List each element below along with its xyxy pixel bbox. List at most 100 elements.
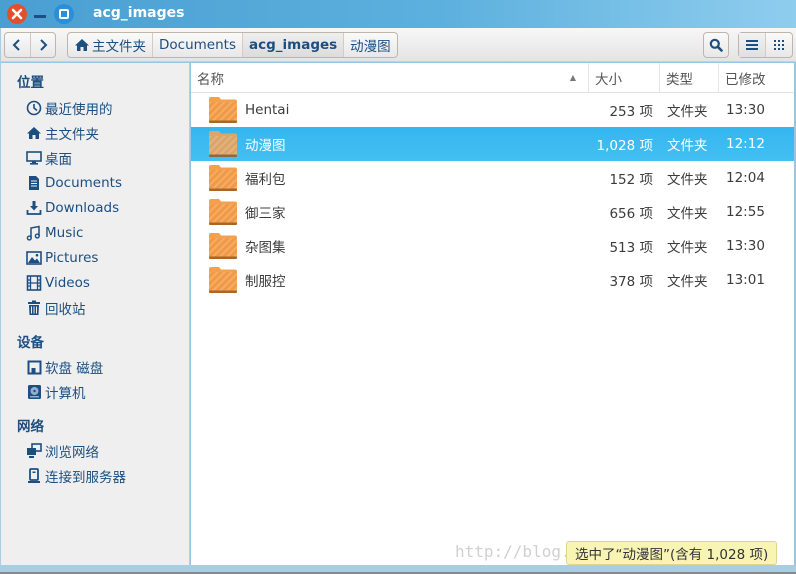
file-size: 152 项 bbox=[609, 172, 653, 188]
maximize-button[interactable] bbox=[54, 4, 74, 24]
minimize-button[interactable] bbox=[34, 15, 46, 18]
sidebar-item-label: Documents bbox=[45, 175, 122, 191]
video-icon bbox=[26, 275, 42, 291]
chevron-right-icon bbox=[40, 39, 48, 51]
column-name[interactable]: 名称 ▲ bbox=[191, 63, 589, 92]
column-size[interactable]: 大小 bbox=[589, 63, 660, 92]
breadcrumb-anime[interactable]: 动漫图 bbox=[344, 33, 397, 57]
picture-icon bbox=[26, 251, 42, 265]
folder-icon bbox=[209, 199, 237, 225]
sidebar-item-music[interactable]: Music bbox=[25, 222, 83, 244]
sidebar-item-trash[interactable]: 回收站 bbox=[25, 297, 86, 319]
document-icon bbox=[29, 176, 39, 190]
column-type[interactable]: 类型 bbox=[660, 63, 719, 92]
folder-icon-wrapper bbox=[208, 232, 238, 264]
file-row[interactable]: 动漫图 1,028 项 文件夹 12:12 bbox=[191, 127, 794, 161]
search-icon bbox=[709, 38, 723, 52]
folder-icon bbox=[209, 131, 237, 157]
file-size: 513 项 bbox=[609, 240, 653, 256]
sidebar-item-browse-network[interactable]: 浏览网络 bbox=[25, 440, 99, 462]
file-type: 文件夹 bbox=[667, 206, 708, 222]
sidebar-item-videos[interactable]: Videos bbox=[25, 272, 90, 294]
sidebar-item-home[interactable]: 主文件夹 bbox=[25, 122, 99, 144]
sidebar-item-label: 软盘 磁盘 bbox=[45, 361, 104, 377]
sidebar-item-documents[interactable]: Documents bbox=[25, 172, 122, 194]
sidebar-heading-network: 网络 bbox=[17, 419, 44, 435]
sidebar-item-computer[interactable]: 计算机 bbox=[25, 381, 86, 403]
file-name: Hentai bbox=[245, 102, 290, 118]
watermark: http://blog. bbox=[455, 542, 571, 561]
file-size: 656 项 bbox=[609, 206, 653, 222]
file-row[interactable]: 御三家 656 项 文件夹 12:55 bbox=[191, 195, 794, 229]
file-type: 文件夹 bbox=[667, 104, 708, 120]
folder-icon-wrapper bbox=[208, 164, 238, 196]
file-row[interactable]: Hentai 253 项 文件夹 13:30 bbox=[191, 93, 794, 127]
server-icon bbox=[28, 468, 40, 483]
file-modified: 12:04 bbox=[726, 170, 765, 186]
column-modified-label: 已修改 bbox=[725, 71, 766, 88]
breadcrumb-documents[interactable]: Documents bbox=[153, 33, 243, 57]
clock-icon bbox=[26, 100, 42, 116]
breadcrumb-acg-images[interactable]: acg_images bbox=[242, 33, 345, 57]
sidebar-item-downloads[interactable]: Downloads bbox=[25, 197, 119, 219]
file-type: 文件夹 bbox=[667, 274, 708, 290]
column-type-label: 类型 bbox=[666, 71, 693, 88]
file-row[interactable]: 杂图集 513 项 文件夹 13:30 bbox=[191, 229, 794, 263]
sidebar-item-connect-server[interactable]: 连接到服务器 bbox=[25, 465, 126, 487]
file-name: 制服控 bbox=[245, 274, 286, 290]
sort-ascending-icon: ▲ bbox=[569, 73, 576, 82]
sidebar-item-label: Music bbox=[45, 225, 84, 241]
file-modified: 12:12 bbox=[726, 136, 765, 152]
sidebar-item-label: 计算机 bbox=[45, 386, 86, 402]
file-row[interactable]: 制服控 378 项 文件夹 13:01 bbox=[191, 263, 794, 297]
home-icon bbox=[27, 127, 41, 139]
sidebar-item-label: 连接到服务器 bbox=[45, 470, 126, 486]
file-size: 378 项 bbox=[609, 274, 653, 290]
file-modified: 12:55 bbox=[726, 204, 765, 220]
folder-icon bbox=[209, 165, 237, 191]
breadcrumb-home[interactable]: 主文件夹 bbox=[68, 33, 153, 57]
desktop-icon bbox=[26, 151, 42, 165]
sidebar-heading-devices: 设备 bbox=[17, 335, 44, 351]
column-modified[interactable]: 已修改 bbox=[719, 63, 794, 92]
list-view-button[interactable] bbox=[739, 33, 765, 57]
status-tooltip: 选中了“动漫图”(含有 1,028 项) bbox=[566, 541, 778, 565]
close-button[interactable] bbox=[7, 4, 27, 24]
close-icon bbox=[11, 8, 23, 20]
sidebar-item-label: Downloads bbox=[45, 200, 120, 216]
grid-view-icon bbox=[774, 40, 784, 50]
view-switcher bbox=[738, 32, 793, 58]
sidebar-item-label: Videos bbox=[45, 275, 90, 291]
harddisk-icon bbox=[27, 385, 41, 399]
sidebar-item-label: 主文件夹 bbox=[45, 127, 99, 143]
sidebar: 位置 最近使用的 主文件夹 桌面 Documents Downloads Mus… bbox=[1, 63, 190, 565]
file-type: 文件夹 bbox=[667, 138, 708, 154]
breadcrumb-label: Documents bbox=[159, 37, 236, 53]
network-icon bbox=[27, 443, 42, 458]
sidebar-item-pictures[interactable]: Pictures bbox=[25, 247, 98, 269]
sidebar-item-label: 回收站 bbox=[45, 302, 86, 318]
sidebar-item-floppy[interactable]: 软盘 磁盘 bbox=[25, 356, 103, 378]
search-button[interactable] bbox=[703, 32, 729, 58]
sidebar-item-label: 桌面 bbox=[45, 152, 72, 168]
forward-button[interactable] bbox=[29, 33, 56, 57]
file-type: 文件夹 bbox=[667, 172, 708, 188]
folder-icon-wrapper bbox=[208, 130, 238, 162]
sidebar-item-desktop[interactable]: 桌面 bbox=[25, 147, 72, 169]
floppy-icon bbox=[27, 360, 41, 374]
toolbar: 主文件夹 Documents acg_images 动漫图 bbox=[0, 28, 796, 62]
file-type: 文件夹 bbox=[667, 240, 708, 256]
file-modified: 13:01 bbox=[726, 272, 765, 288]
column-header: 名称 ▲ 大小 类型 已修改 bbox=[191, 63, 794, 93]
window-title: acg_images bbox=[93, 5, 185, 21]
folder-icon-wrapper bbox=[208, 198, 238, 230]
file-size: 1,028 项 bbox=[596, 138, 653, 154]
back-button[interactable] bbox=[5, 33, 30, 57]
folder-icon-wrapper bbox=[208, 96, 238, 128]
sidebar-item-recent[interactable]: 最近使用的 bbox=[25, 97, 113, 119]
file-row[interactable]: 福利包 152 项 文件夹 12:04 bbox=[191, 161, 794, 195]
trash-icon bbox=[28, 300, 40, 315]
grid-view-button[interactable] bbox=[765, 33, 792, 57]
folder-icon bbox=[209, 267, 237, 293]
folder-icon-wrapper bbox=[208, 266, 238, 298]
